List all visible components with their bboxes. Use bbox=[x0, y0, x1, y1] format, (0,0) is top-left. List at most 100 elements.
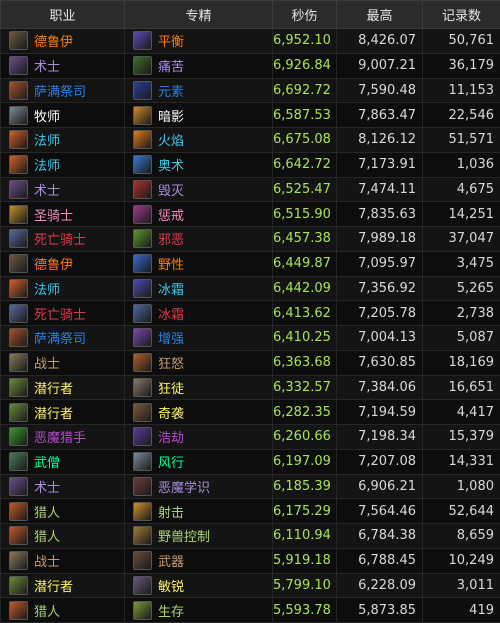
spec-cell: 狂怒 bbox=[124, 349, 273, 376]
header-max[interactable]: 最高 bbox=[336, 0, 423, 29]
spec-cell: 野兽控制 bbox=[124, 523, 273, 549]
class-cell: 术士 bbox=[0, 473, 125, 500]
spec-cell: 狂徒 bbox=[124, 374, 273, 401]
records-value: 37,047 bbox=[422, 226, 500, 252]
records-value: 14,331 bbox=[422, 448, 500, 475]
mage-icon bbox=[9, 130, 28, 150]
spec-name: 恶魔学识 bbox=[158, 480, 211, 496]
header-class[interactable]: 职业 bbox=[0, 0, 125, 29]
records-value: 5,087 bbox=[422, 325, 500, 351]
spec-name: 邪恶 bbox=[158, 233, 185, 249]
records-value: 5,265 bbox=[422, 275, 500, 302]
table-row[interactable]: 战士 武器 5,919.18 6,788.45 10,249 bbox=[0, 547, 500, 574]
priest-icon bbox=[9, 105, 28, 125]
death-knight-icon bbox=[9, 303, 28, 323]
header-spec[interactable]: 专精 bbox=[124, 0, 273, 29]
spec-name: 痛苦 bbox=[158, 60, 185, 76]
table-row[interactable]: 潜行者 狂徒 6,332.57 7,384.06 16,651 bbox=[0, 374, 500, 401]
table-row[interactable]: 死亡骑士 邪恶 6,457.38 7,989.18 37,047 bbox=[0, 226, 500, 252]
table-row[interactable]: 猎人 射击 6,175.29 7,564.46 52,644 bbox=[0, 498, 500, 524]
monk-icon bbox=[9, 452, 28, 472]
max-value: 7,194.59 bbox=[336, 399, 423, 425]
table-row[interactable]: 潜行者 敏锐 5,799.10 6,228.09 3,011 bbox=[0, 572, 500, 599]
header-records[interactable]: 记录数 bbox=[422, 0, 500, 29]
spec-name: 毁灭 bbox=[158, 183, 185, 199]
header-dps[interactable]: 秒伤 bbox=[272, 0, 337, 29]
elemental-icon bbox=[133, 80, 152, 100]
class-cell: 法师 bbox=[0, 151, 125, 178]
records-value: 10,249 bbox=[422, 547, 500, 574]
records-value: 419 bbox=[422, 597, 500, 623]
class-cell: 潜行者 bbox=[0, 572, 125, 599]
max-value: 7,989.18 bbox=[336, 226, 423, 252]
class-cell: 潜行者 bbox=[0, 374, 125, 401]
dps-value: 6,952.10 bbox=[272, 28, 337, 54]
table-row[interactable]: 法师 奥术 6,642.72 7,173.91 1,036 bbox=[0, 151, 500, 178]
table-row[interactable]: 法师 冰霜 6,442.09 7,356.92 5,265 bbox=[0, 275, 500, 302]
affliction-icon bbox=[133, 56, 152, 76]
table-row[interactable]: 潜行者 奇袭 6,282.35 7,194.59 4,417 bbox=[0, 399, 500, 425]
max-value: 7,564.46 bbox=[336, 498, 423, 524]
table-row[interactable]: 术士 痛苦 6,926.84 9,007.21 36,179 bbox=[0, 52, 500, 79]
spec-cell: 增强 bbox=[124, 325, 273, 351]
class-name: 恶魔猎手 bbox=[34, 431, 87, 447]
spec-cell: 野性 bbox=[124, 250, 273, 277]
max-value: 7,004.13 bbox=[336, 325, 423, 351]
table-row[interactable]: 法师 火焰 6,675.08 8,126.12 51,571 bbox=[0, 127, 500, 153]
table-header-row: 职业 专精 秒伤 最高 记录数 bbox=[0, 0, 500, 29]
spec-name: 狂怒 bbox=[158, 357, 185, 373]
table-row[interactable]: 猎人 野兽控制 6,110.94 6,784.38 8,659 bbox=[0, 523, 500, 549]
records-value: 50,761 bbox=[422, 28, 500, 54]
records-value: 1,036 bbox=[422, 151, 500, 178]
table-row[interactable]: 德鲁伊 平衡 6,952.10 8,426.07 50,761 bbox=[0, 28, 500, 54]
class-name: 潜行者 bbox=[34, 406, 74, 422]
arms-icon bbox=[133, 551, 152, 571]
dps-value: 6,449.87 bbox=[272, 250, 337, 277]
records-value: 15,379 bbox=[422, 424, 500, 450]
spec-name: 平衡 bbox=[158, 35, 185, 51]
demon-hunter-icon bbox=[9, 427, 28, 447]
records-value: 3,011 bbox=[422, 572, 500, 599]
spec-cell: 惩戒 bbox=[124, 201, 273, 227]
table-row[interactable]: 德鲁伊 野性 6,449.87 7,095.97 3,475 bbox=[0, 250, 500, 277]
spec-name: 冰霜 bbox=[158, 282, 185, 298]
table-row[interactable]: 武僧 风行 6,197.09 7,207.08 14,331 bbox=[0, 448, 500, 475]
enhancement-icon bbox=[133, 328, 152, 348]
table-row[interactable]: 猎人 生存 5,593.78 5,873.85 419 bbox=[0, 597, 500, 623]
death-knight-icon bbox=[9, 229, 28, 249]
table-row[interactable]: 恶魔猎手 浩劫 6,260.66 7,198.34 15,379 bbox=[0, 424, 500, 450]
spec-name: 冰霜 bbox=[158, 307, 185, 323]
class-cell: 萨满祭司 bbox=[0, 77, 125, 104]
dps-value: 6,926.84 bbox=[272, 52, 337, 79]
demonology-icon bbox=[133, 476, 152, 496]
table-row[interactable]: 死亡骑士 冰霜 6,413.62 7,205.78 2,738 bbox=[0, 300, 500, 326]
class-cell: 法师 bbox=[0, 127, 125, 153]
table-row[interactable]: 萨满祭司 增强 6,410.25 7,004.13 5,087 bbox=[0, 325, 500, 351]
dps-value: 6,675.08 bbox=[272, 127, 337, 153]
spec-name: 射击 bbox=[158, 505, 185, 521]
druid-icon bbox=[9, 31, 28, 51]
spec-name: 敏锐 bbox=[158, 579, 185, 595]
class-name: 潜行者 bbox=[34, 381, 74, 397]
spec-name: 奇袭 bbox=[158, 406, 185, 422]
records-value: 4,675 bbox=[422, 176, 500, 203]
dps-value: 6,410.25 bbox=[272, 325, 337, 351]
table-row[interactable]: 萨满祭司 元素 6,692.72 7,590.48 11,153 bbox=[0, 77, 500, 104]
table-row[interactable]: 牧师 暗影 6,587.53 7,863.47 22,546 bbox=[0, 102, 500, 128]
fury-icon bbox=[133, 353, 152, 373]
feral-icon bbox=[133, 254, 152, 274]
class-cell: 猎人 bbox=[0, 597, 125, 623]
table-row[interactable]: 圣骑士 惩戒 6,515.90 7,835.63 14,251 bbox=[0, 201, 500, 227]
class-cell: 死亡骑士 bbox=[0, 226, 125, 252]
max-value: 7,205.78 bbox=[336, 300, 423, 326]
table-row[interactable]: 术士 毁灭 6,525.47 7,474.11 4,675 bbox=[0, 176, 500, 203]
spec-name: 增强 bbox=[158, 332, 185, 348]
max-value: 7,356.92 bbox=[336, 275, 423, 302]
rogue-icon bbox=[9, 377, 28, 397]
class-name: 术士 bbox=[34, 480, 61, 496]
warlock-icon bbox=[9, 476, 28, 496]
table-row[interactable]: 术士 恶魔学识 6,185.39 6,906.21 1,080 bbox=[0, 473, 500, 500]
table-row[interactable]: 战士 狂怒 6,363.68 7,630.85 18,169 bbox=[0, 349, 500, 376]
class-cell: 武僧 bbox=[0, 448, 125, 475]
class-cell: 死亡骑士 bbox=[0, 300, 125, 326]
